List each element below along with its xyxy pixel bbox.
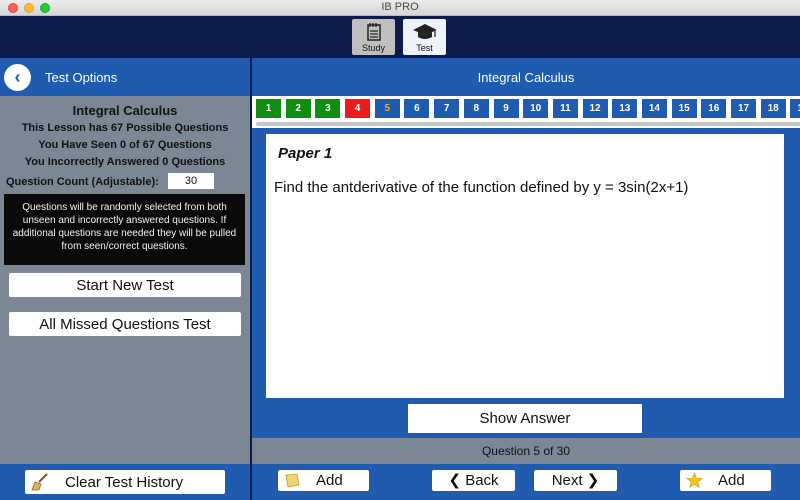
study-tab-button[interactable]: Study xyxy=(352,19,395,55)
seen-questions-stat: You Have Seen 0 of 67 Questions xyxy=(38,139,212,151)
question-number-button[interactable]: 12 xyxy=(582,99,608,118)
question-strip-scrollbar[interactable] xyxy=(256,122,800,126)
lesson-title: Integral Calculus xyxy=(72,103,178,118)
window-title: IB PRO xyxy=(381,1,419,13)
add-note-label: Add xyxy=(316,472,343,489)
question-count-label: Question Count (Adjustable): xyxy=(6,176,159,188)
all-missed-questions-test-button[interactable]: All Missed Questions Test xyxy=(9,312,241,336)
add-favorite-label: Add xyxy=(718,472,745,489)
paper-label: Paper 1 xyxy=(278,145,333,162)
note-icon xyxy=(284,472,301,489)
start-new-test-button[interactable]: Start New Test xyxy=(9,273,241,297)
chevron-left-icon: ‹ xyxy=(14,67,21,87)
back-question-button[interactable]: ❮ Back xyxy=(432,470,515,491)
show-answer-button[interactable]: Show Answer xyxy=(408,404,642,433)
question-number-button[interactable]: 1 xyxy=(256,99,281,118)
question-number-button[interactable]: 17 xyxy=(731,99,756,118)
graduation-cap-icon xyxy=(403,22,446,42)
question-progress-band: Question 5 of 30 xyxy=(252,438,800,464)
question-number-button[interactable]: 13 xyxy=(612,99,638,118)
question-number-button[interactable]: 10 xyxy=(523,99,549,118)
question-number-strip[interactable]: 12345678910111213141516171819 xyxy=(252,96,800,128)
possible-questions-stat: This Lesson has 67 Possible Questions xyxy=(21,122,229,134)
question-number-list: 12345678910111213141516171819 xyxy=(256,99,800,118)
clear-test-history-button[interactable]: Clear Test History xyxy=(25,470,225,494)
back-button[interactable]: ‹ xyxy=(4,64,31,91)
question-number-button[interactable]: 11 xyxy=(552,99,578,118)
next-label: Next xyxy=(551,472,583,489)
add-note-button[interactable]: Add xyxy=(278,470,369,491)
test-tab-label: Test xyxy=(416,43,433,53)
incorrect-questions-stat: You Incorrectly Answered 0 Questions xyxy=(24,156,226,168)
test-options-title: Test Options xyxy=(45,70,118,85)
question-number-button[interactable]: 18 xyxy=(760,99,786,118)
question-number-button[interactable]: 14 xyxy=(641,99,667,118)
test-tab-button[interactable]: Test xyxy=(403,19,446,55)
question-number-button[interactable]: 7 xyxy=(434,99,460,118)
question-number-button[interactable]: 3 xyxy=(315,99,341,118)
question-text: Find the antderivative of the function d… xyxy=(274,179,689,196)
chevron-left-icon: ❮ xyxy=(448,472,462,489)
question-number-button[interactable]: 15 xyxy=(671,99,697,118)
notepad-icon xyxy=(352,22,395,42)
question-number-button[interactable]: 4 xyxy=(345,99,371,118)
left-footer: Clear Test History xyxy=(0,464,250,500)
question-number-button[interactable]: 5 xyxy=(374,99,400,118)
toolbar: Study Test xyxy=(0,16,800,58)
question-footer: Add ❮ Back Next ❯ Add xyxy=(252,464,800,500)
next-question-button[interactable]: Next ❯ xyxy=(534,470,617,491)
question-number-button[interactable]: 8 xyxy=(463,99,489,118)
lesson-header-title: Integral Calculus xyxy=(477,70,575,85)
selection-info-box: Questions will be randomly selected from… xyxy=(4,194,245,265)
question-number-button[interactable]: 16 xyxy=(701,99,727,118)
test-options-panel: Integral Calculus This Lesson has 67 Pos… xyxy=(0,96,250,464)
study-tab-label: Study xyxy=(361,43,385,53)
question-number-button[interactable]: 2 xyxy=(285,99,311,118)
question-area: Paper 1 Find the antderivative of the fu… xyxy=(252,128,800,464)
window-titlebar: IB PRO xyxy=(0,0,800,16)
question-card: Paper 1 Find the antderivative of the fu… xyxy=(266,134,784,398)
back-label: Back xyxy=(465,472,499,489)
broom-icon xyxy=(31,473,49,491)
question-count-input[interactable] xyxy=(168,173,214,189)
star-icon xyxy=(686,472,703,489)
chevron-right-icon: ❯ xyxy=(586,472,600,489)
question-progress-label: Question 5 of 30 xyxy=(481,444,571,458)
test-options-header: ‹ Test Options xyxy=(0,58,250,96)
lesson-header: Integral Calculus xyxy=(252,58,800,96)
clear-test-history-label: Clear Test History xyxy=(65,474,184,491)
question-number-button[interactable]: 9 xyxy=(493,99,519,118)
question-number-button[interactable]: 6 xyxy=(404,99,430,118)
add-favorite-button[interactable]: Add xyxy=(680,470,771,491)
question-number-button[interactable]: 19 xyxy=(790,99,800,118)
